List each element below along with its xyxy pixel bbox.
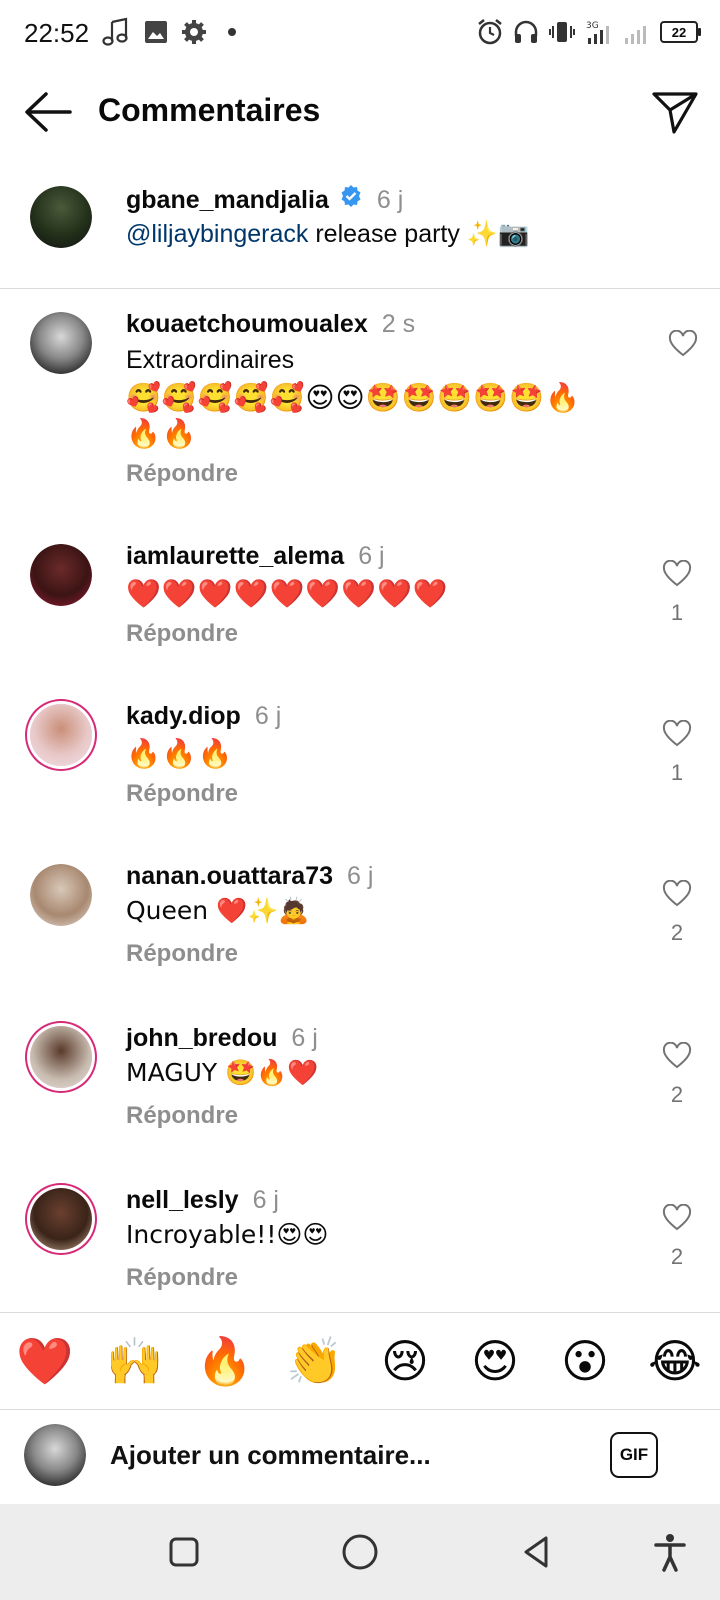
system-nav-bar xyxy=(0,1504,720,1600)
like-count: 2 xyxy=(670,1082,684,1107)
post-caption: gbane_mandjalia 6 j @liljaybingerack rel… xyxy=(0,170,720,289)
avatar[interactable] xyxy=(30,312,92,374)
status-bar: 22:52 3G 22 xyxy=(0,0,720,64)
like-heart-icon[interactable] xyxy=(668,330,698,358)
comment-username[interactable]: kouaetchoumoualex xyxy=(126,310,368,339)
avatar[interactable] xyxy=(30,1188,92,1250)
current-user-avatar xyxy=(24,1424,86,1486)
comment-username[interactable]: nell_lesly xyxy=(126,1186,239,1215)
reply-button[interactable]: Répondre xyxy=(126,620,238,648)
comment-emojis: 🔥🔥🔥 xyxy=(126,737,234,770)
battery-indicator: 22 xyxy=(660,21,701,43)
header: Commentaires xyxy=(0,72,720,152)
home-icon[interactable] xyxy=(338,1530,382,1574)
like-count: 1 xyxy=(670,600,684,625)
like-heart-icon[interactable] xyxy=(662,1042,692,1070)
caption-mention[interactable]: @liljaybingerack xyxy=(126,220,308,248)
notification-dot xyxy=(228,28,236,36)
gear-icon xyxy=(182,20,206,44)
comment-item: john_bredou 6 j MAGUY 🤩🔥❤️ Répondre 2 xyxy=(0,1020,720,1160)
comment-item: kouaetchoumoualex 2 s Extraordinaires 🥰🥰… xyxy=(0,306,720,516)
reply-button[interactable]: Répondre xyxy=(126,940,238,968)
avatar[interactable] xyxy=(30,1026,92,1088)
comment-time: 6 j xyxy=(347,862,374,890)
comment-emojis: ❤️❤️❤️❤️❤️❤️❤️❤️❤️ xyxy=(126,577,449,610)
quick-reaction-bar: ❤️ 🙌 🔥 👏 😢 😍 😮 😂 xyxy=(0,1312,720,1410)
like-heart-icon[interactable] xyxy=(662,720,692,748)
comment-text: Extraordinaires xyxy=(126,346,295,374)
reaction-heart[interactable]: ❤️ xyxy=(13,1334,77,1389)
like-heart-icon[interactable] xyxy=(662,880,692,908)
like-heart-icon[interactable] xyxy=(662,560,692,588)
status-time: 22:52 xyxy=(24,18,90,48)
reaction-laughing[interactable]: 😂 xyxy=(643,1334,707,1388)
comment-username[interactable]: kady.diop xyxy=(126,702,241,731)
headphones-icon xyxy=(514,20,538,43)
comment-item: nanan.ouattara73 6 j Queen ❤️✨🙇 Répondre… xyxy=(0,858,720,998)
send-icon[interactable] xyxy=(650,88,700,136)
avatar[interactable] xyxy=(30,864,92,926)
caption-username[interactable]: gbane_mandjalia xyxy=(126,186,329,215)
reply-button[interactable]: Répondre xyxy=(126,780,238,808)
reaction-crying[interactable]: 😢 xyxy=(373,1334,437,1388)
comment-text: Incroyable!!😍😍 xyxy=(126,1220,329,1249)
reply-button[interactable]: Répondre xyxy=(126,1102,238,1130)
signal-3g-icon: 3G xyxy=(586,21,609,44)
avatar[interactable] xyxy=(30,544,92,606)
signal-icon xyxy=(625,26,646,44)
gif-button[interactable]: GIF xyxy=(610,1432,658,1478)
comment-username[interactable]: john_bredou xyxy=(126,1024,277,1053)
comment-emojis: 🔥🔥 xyxy=(126,417,198,450)
reply-button[interactable]: Répondre xyxy=(126,460,238,488)
comment-item: iamlaurette_alema 6 j ❤️❤️❤️❤️❤️❤️❤️❤️❤️… xyxy=(0,538,720,678)
back-icon[interactable] xyxy=(516,1530,560,1574)
comment-username[interactable]: nanan.ouattara73 xyxy=(126,862,333,891)
verified-badge-icon xyxy=(341,185,361,207)
reaction-surprised[interactable]: 😮 xyxy=(553,1334,617,1388)
caption-text: release party ✨📷 xyxy=(308,220,530,248)
reaction-raised-hands[interactable]: 🙌 xyxy=(103,1334,167,1389)
reply-button[interactable]: Répondre xyxy=(126,1264,238,1292)
vibrate-icon xyxy=(549,22,575,42)
back-arrow-icon[interactable] xyxy=(22,90,74,134)
like-count: 1 xyxy=(670,760,684,785)
like-heart-icon[interactable] xyxy=(662,1204,692,1232)
comment-text: Queen ❤️✨🙇 xyxy=(126,896,310,925)
comment-emojis: 🥰🥰🥰🥰🥰😍😍🤩🤩🤩🤩🤩🔥 xyxy=(126,381,581,414)
reaction-heart-eyes[interactable]: 😍 xyxy=(463,1334,527,1388)
comment-input-bar: Ajouter un commentaire... GIF xyxy=(0,1408,720,1504)
comment-time: 6 j xyxy=(291,1024,318,1052)
like-count: 2 xyxy=(670,920,684,945)
accessibility-icon[interactable] xyxy=(648,1530,692,1574)
comment-item: nell_lesly 6 j Incroyable!!😍😍 Répondre 2 xyxy=(0,1182,720,1312)
comment-input[interactable]: Ajouter un commentaire... xyxy=(110,1440,431,1471)
reaction-fire[interactable]: 🔥 xyxy=(193,1334,257,1389)
comment-time: 6 j xyxy=(358,542,385,570)
comment-time: 6 j xyxy=(254,702,282,730)
comment-time: 6 j xyxy=(252,1186,279,1214)
like-count: 2 xyxy=(670,1244,684,1269)
avatar[interactable] xyxy=(30,704,92,766)
music-note-icon xyxy=(102,17,128,46)
comment-username[interactable]: iamlaurette_alema xyxy=(126,542,344,571)
reaction-clap[interactable]: 👏 xyxy=(283,1334,347,1389)
image-icon xyxy=(145,21,167,43)
svg-text:3G: 3G xyxy=(586,21,599,31)
alarm-icon xyxy=(478,19,502,45)
comment-item: kady.diop 6 j 🔥🔥🔥 Répondre 1 xyxy=(0,698,720,838)
comment-text: MAGUY 🤩🔥❤️ xyxy=(126,1058,319,1087)
recent-apps-icon[interactable] xyxy=(162,1530,206,1574)
avatar[interactable] xyxy=(30,186,92,248)
comment-time: 2 s xyxy=(381,310,416,338)
caption-time: 6 j xyxy=(376,186,404,214)
comment-list[interactable]: kouaetchoumoualex 2 s Extraordinaires 🥰🥰… xyxy=(0,288,720,1312)
page-title: Commentaires xyxy=(98,92,321,128)
